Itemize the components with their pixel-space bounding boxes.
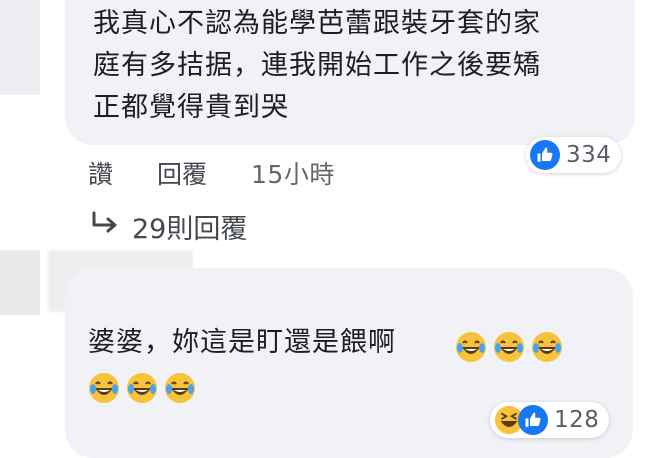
comment-text-line: 我真心不認為能學芭蕾跟裝牙套的家 [93, 8, 541, 39]
laugh-cry-emoji-icon [494, 332, 524, 362]
reaction-summary[interactable]: 334 [526, 137, 622, 173]
blurred-avatar-area [0, 0, 40, 95]
comment-text-line: 婆婆，妳這是盯還是餵啊 [88, 327, 396, 358]
emoji-row [455, 331, 563, 363]
comment-text-line: 正都覺得貴到哭 [93, 92, 289, 123]
view-replies-link[interactable]: 29則回覆 [90, 207, 247, 246]
comment-actions: 讚 回覆 15小時 [88, 155, 335, 191]
like-icon [530, 140, 560, 170]
reaction-count: 334 [566, 142, 612, 168]
laugh-cry-emoji-icon [89, 373, 119, 403]
timestamp[interactable]: 15小時 [251, 155, 335, 191]
reply-arrow-icon [90, 211, 120, 242]
laugh-cry-emoji-icon [127, 373, 157, 403]
emoji-row [88, 372, 196, 404]
comment-text-line: 庭有多拮据，連我開始工作之後要矯 [93, 50, 541, 81]
reaction-count: 128 [554, 407, 600, 433]
like-icon [518, 405, 548, 435]
laugh-cry-emoji-icon [532, 332, 562, 362]
blurred-avatar-area [0, 250, 40, 315]
reply-button[interactable]: 回覆 [157, 155, 207, 191]
laugh-cry-emoji-icon [456, 332, 486, 362]
laugh-cry-emoji-icon [165, 373, 195, 403]
like-button[interactable]: 讚 [88, 155, 113, 191]
replies-count-label: 29則回覆 [132, 214, 248, 245]
